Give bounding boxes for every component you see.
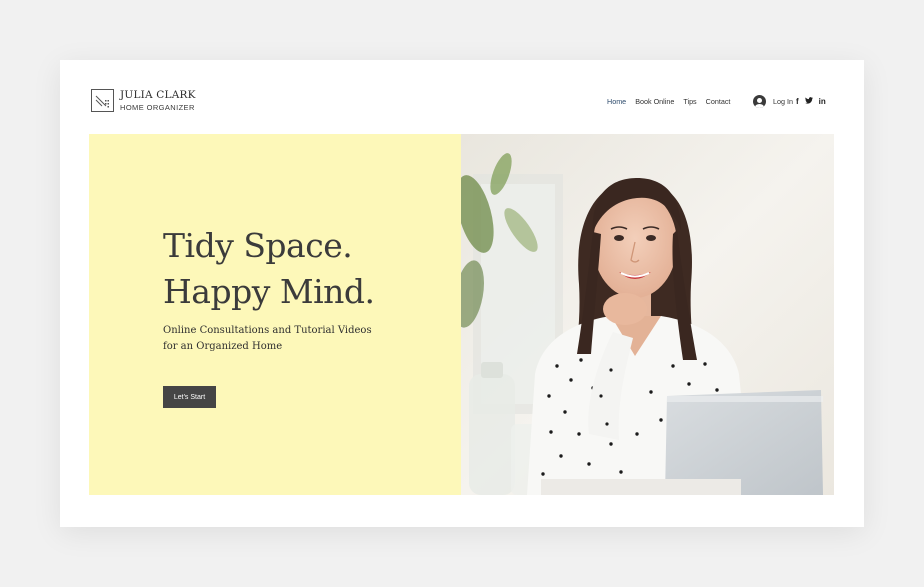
linkedin-icon[interactable]: in [819, 97, 826, 106]
hero-subtext-line-1: Online Consultations and Tutorial Videos [163, 325, 372, 336]
social-links: f in [796, 97, 826, 106]
hero-headline-line-2: Happy Mind. [163, 272, 375, 311]
lets-start-button[interactable]: Let's Start [163, 386, 216, 408]
brand-name: JULIA CLARK [120, 89, 196, 101]
nav-item-book-online[interactable]: Book Online [635, 97, 674, 106]
brand-logo[interactable]: JULIA CLARK HOME ORGANIZER [91, 89, 196, 112]
brand-subtitle: HOME ORGANIZER [120, 102, 195, 112]
hero-text-panel: Tidy Space. Happy Mind. Online Consultat… [89, 134, 461, 495]
nav-item-tips[interactable]: Tips [683, 97, 696, 106]
hero-headline-line-1: Tidy Space. [163, 226, 353, 265]
site-preview-card: JULIA CLARK HOME ORGANIZER Home Book Onl… [60, 60, 864, 527]
nav-item-contact[interactable]: Contact [706, 97, 731, 106]
hero-subtext-line-2: for an Organized Home [163, 341, 283, 352]
login-link[interactable]: Log In [773, 97, 793, 106]
hero-photo [461, 134, 834, 495]
nav-item-home[interactable]: Home [607, 97, 626, 106]
user-avatar-icon[interactable] [753, 95, 766, 108]
logo-mark-icon [91, 89, 114, 112]
hero-section: Tidy Space. Happy Mind. Online Consultat… [89, 134, 834, 495]
main-nav: Home Book Online Tips Contact [607, 97, 730, 106]
facebook-icon[interactable]: f [796, 97, 799, 106]
twitter-icon[interactable] [804, 97, 813, 106]
hero-headline: Tidy Space. Happy Mind. [163, 223, 375, 315]
hero-photo-illustration [461, 134, 834, 495]
hero-subtext: Online Consultations and Tutorial Videos… [163, 323, 372, 355]
header-actions: Log In f in [753, 95, 826, 108]
